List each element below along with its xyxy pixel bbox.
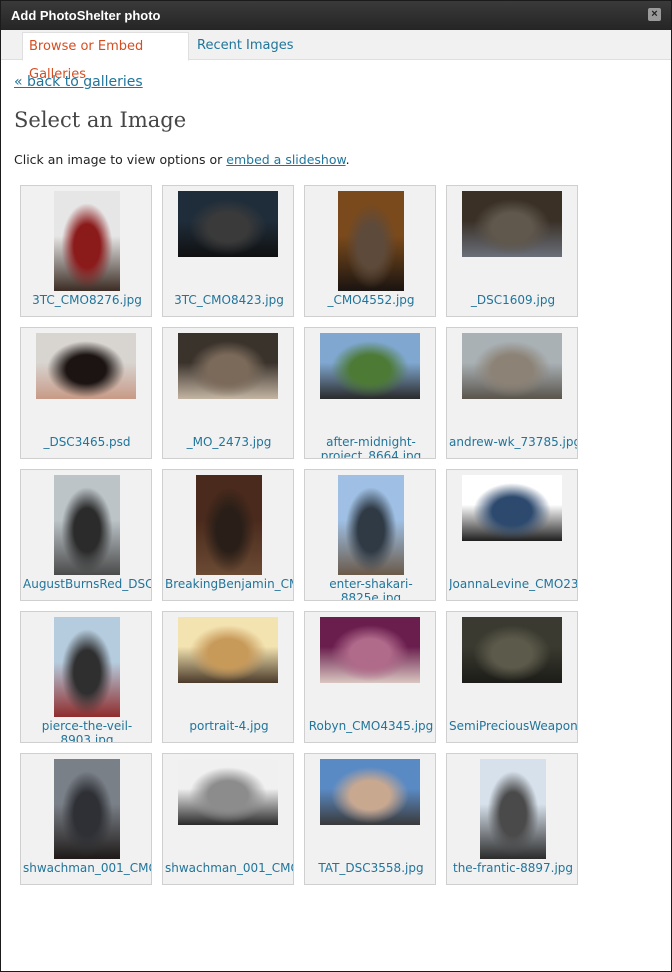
image-caption[interactable]: _DSC1609.jpg	[449, 293, 577, 307]
image-tile[interactable]: AugustBurnsRed_DSC	[20, 469, 152, 601]
image-tile[interactable]: _MO_2473.jpg	[162, 327, 294, 459]
image-caption[interactable]: TAT_DSC3558.jpg	[307, 861, 435, 875]
image-thumbnail[interactable]	[178, 617, 278, 683]
image-caption[interactable]: _DSC3465.psd	[23, 435, 151, 449]
image-tile[interactable]: BreakingBenjamin_CM	[162, 469, 294, 601]
image-caption[interactable]: portrait-4.jpg	[165, 719, 293, 733]
image-thumbnail[interactable]	[338, 475, 404, 575]
image-tile[interactable]: TAT_DSC3558.jpg	[304, 753, 436, 885]
image-tile[interactable]: after-midnight-project_8664.jpg	[304, 327, 436, 459]
image-caption[interactable]: after-midnight-project_8664.jpg	[307, 435, 435, 458]
image-caption[interactable]: pierce-the-veil-8903.jpg	[23, 719, 151, 742]
image-caption[interactable]: SemiPreciousWeapons	[449, 719, 577, 733]
image-tile[interactable]: JoannaLevine_CMO23	[446, 469, 578, 601]
image-caption[interactable]: shwachman_001_CMO	[23, 861, 151, 875]
image-tile[interactable]: _DSC3465.psd	[20, 327, 152, 459]
close-icon[interactable]: ×	[648, 8, 661, 21]
image-thumbnail[interactable]	[178, 191, 278, 257]
tab-bar: Browse or Embed Galleries Recent Images	[1, 30, 671, 82]
image-thumbnail[interactable]	[54, 475, 120, 575]
image-tile[interactable]: 3TC_CMO8276.jpg	[20, 185, 152, 317]
image-tile[interactable]: portrait-4.jpg	[162, 611, 294, 743]
image-thumbnail[interactable]	[462, 333, 562, 399]
image-tile[interactable]: the-frantic-8897.jpg	[446, 753, 578, 885]
image-caption[interactable]: andrew-wk_73785.jpg	[449, 435, 577, 449]
image-thumbnail[interactable]	[462, 475, 562, 541]
image-thumbnail[interactable]	[54, 191, 120, 291]
image-thumbnail[interactable]	[196, 475, 262, 575]
image-tile[interactable]: enter-shakari-8825e.jpg	[304, 469, 436, 601]
image-thumbnail[interactable]	[462, 191, 562, 257]
image-caption[interactable]: 3TC_CMO8276.jpg	[23, 293, 151, 307]
image-caption[interactable]: 3TC_CMO8423.jpg	[165, 293, 293, 307]
image-thumbnail[interactable]	[320, 759, 420, 825]
image-thumbnail[interactable]	[178, 759, 278, 825]
image-thumbnail[interactable]	[54, 617, 120, 717]
image-thumbnail[interactable]	[320, 617, 420, 683]
instructions-suffix: .	[345, 152, 350, 167]
image-tile[interactable]: Robyn_CMO4345.jpg	[304, 611, 436, 743]
image-tile[interactable]: pierce-the-veil-8903.jpg	[20, 611, 152, 743]
image-caption[interactable]: shwachman_001_CMO	[165, 861, 293, 875]
image-tile[interactable]: shwachman_001_CMO	[162, 753, 294, 885]
image-caption[interactable]: the-frantic-8897.jpg	[449, 861, 577, 884]
image-caption[interactable]: BreakingBenjamin_CM	[165, 577, 293, 591]
image-thumbnail[interactable]	[178, 333, 278, 399]
title-bar: Add PhotoShelter photo ×	[1, 1, 671, 30]
image-thumbnail[interactable]	[480, 759, 546, 859]
embed-slideshow-link[interactable]: embed a slideshow	[226, 152, 345, 167]
image-thumbnail[interactable]	[36, 333, 136, 399]
image-thumbnail[interactable]	[338, 191, 404, 291]
image-tile[interactable]: shwachman_001_CMO	[20, 753, 152, 885]
tab-browse-galleries[interactable]: Browse or Embed Galleries	[22, 32, 189, 82]
instructions-text: Click an image to view options or embed …	[14, 152, 350, 167]
image-tile[interactable]: SemiPreciousWeapons	[446, 611, 578, 743]
image-thumbnail[interactable]	[54, 759, 120, 859]
image-caption[interactable]: _CMO4552.jpg	[307, 293, 435, 307]
image-caption[interactable]: _MO_2473.jpg	[165, 435, 293, 449]
image-tile[interactable]: andrew-wk_73785.jpg	[446, 327, 578, 459]
photoshelter-dialog: Add PhotoShelter photo × Browse or Embed…	[0, 0, 672, 972]
image-caption[interactable]: Robyn_CMO4345.jpg	[307, 719, 435, 733]
back-to-galleries-link[interactable]: « back to galleries	[14, 74, 143, 90]
dialog-title: Add PhotoShelter photo	[11, 8, 161, 23]
page-title: Select an Image	[14, 108, 187, 132]
image-thumbnail[interactable]	[462, 617, 562, 683]
image-tile[interactable]: _DSC1609.jpg	[446, 185, 578, 317]
image-caption[interactable]: enter-shakari-8825e.jpg	[307, 577, 435, 600]
instructions-prefix: Click an image to view options or	[14, 152, 227, 167]
tab-recent-images[interactable]: Recent Images	[191, 32, 300, 61]
image-tile[interactable]: 3TC_CMO8423.jpg	[162, 185, 294, 317]
image-tile[interactable]: _CMO4552.jpg	[304, 185, 436, 317]
image-thumbnail[interactable]	[320, 333, 420, 399]
image-caption[interactable]: JoannaLevine_CMO23	[449, 577, 577, 591]
image-caption[interactable]: AugustBurnsRed_DSC	[23, 577, 151, 591]
